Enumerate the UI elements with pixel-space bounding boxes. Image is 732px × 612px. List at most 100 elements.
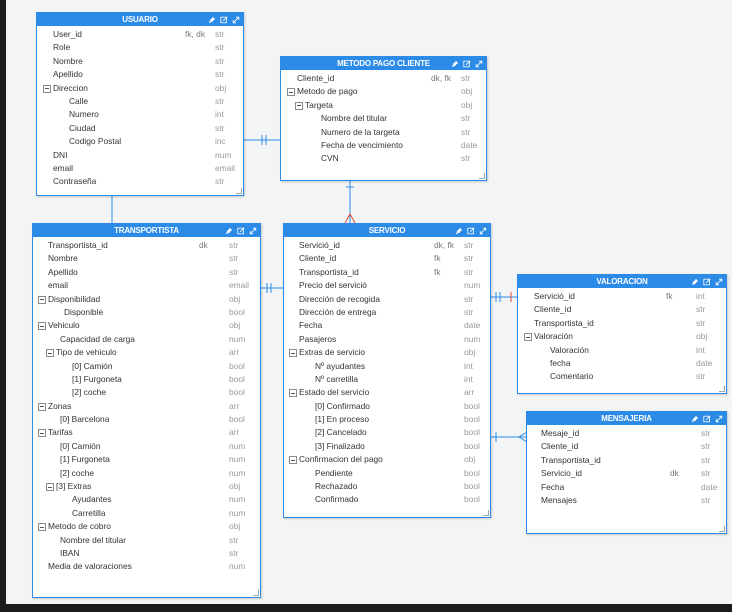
expand-icon[interactable]	[715, 278, 723, 286]
collapse-toggle-icon[interactable]	[38, 295, 46, 304]
expand-icon[interactable]	[249, 227, 257, 235]
field-row[interactable]: Nombre str	[33, 252, 260, 265]
field-row[interactable]: Dirección de recogida str	[284, 293, 490, 306]
resize-handle-icon[interactable]	[236, 188, 242, 194]
collapse-toggle-icon[interactable]	[46, 483, 54, 492]
field-row[interactable]: [2] coche num	[33, 467, 260, 480]
collapse-toggle-icon[interactable]	[524, 333, 532, 342]
field-row[interactable]: Transportista_id str	[527, 454, 726, 467]
field-row[interactable]: Servicio_id dk str	[527, 467, 726, 480]
field-row[interactable]: Estado del servicio arr	[284, 386, 490, 399]
resize-handle-icon[interactable]	[479, 173, 485, 179]
entity-transportista[interactable]: TRANSPORTISTA Transportista_id dk str Nombre…	[32, 223, 261, 598]
field-row[interactable]: Servició_id dk, fk str	[284, 239, 490, 252]
collapse-toggle-icon[interactable]	[289, 349, 297, 358]
field-row[interactable]: Targeta obj	[281, 99, 486, 112]
edit-icon[interactable]	[237, 226, 245, 235]
field-row[interactable]: Mesaje_id str	[527, 427, 726, 440]
field-row[interactable]: Calle str	[37, 95, 243, 108]
field-row[interactable]: Transportista_id str	[518, 317, 726, 330]
collapse-toggle-icon[interactable]	[38, 322, 46, 331]
entity-metodo-pago-cliente[interactable]: METODO PAGO CLIENTE Cliente_id dk, fk str Me…	[280, 56, 487, 181]
field-row[interactable]: Fecha de vencimiento date	[281, 139, 486, 152]
field-row[interactable]: [0] Confirmado bool	[284, 400, 490, 413]
field-row[interactable]: IBAN str	[33, 547, 260, 560]
field-row[interactable]: Nº ayudantes int	[284, 360, 490, 373]
edit-icon[interactable]	[703, 277, 711, 286]
field-row[interactable]: Servició_id fk int	[518, 290, 726, 303]
field-row[interactable]: fecha date	[518, 357, 726, 370]
collapse-toggle-icon[interactable]	[289, 389, 297, 398]
collapse-toggle-icon[interactable]	[38, 429, 46, 438]
entity-servicio[interactable]: SERVICIO Servició_id dk, fk str Cliente_id fk…	[283, 223, 491, 518]
field-row[interactable]: [3] Finalizado bool	[284, 440, 490, 453]
collapse-toggle-icon[interactable]	[289, 456, 297, 465]
field-row[interactable]: Ayudantes num	[33, 493, 260, 506]
collapse-toggle-icon[interactable]	[38, 402, 46, 411]
field-row[interactable]: [3] Extras obj	[33, 480, 260, 493]
entity-header[interactable]: VALORACION	[518, 275, 726, 288]
field-row[interactable]: DNI num	[37, 149, 243, 162]
collapse-toggle-icon[interactable]	[43, 84, 51, 93]
field-row[interactable]: Apellido str	[33, 266, 260, 279]
field-row[interactable]: Vehiculo obj	[33, 319, 260, 332]
collapse-toggle-icon[interactable]	[38, 523, 46, 532]
expand-icon[interactable]	[475, 60, 483, 68]
field-row[interactable]: User_id fk, dk str	[37, 28, 243, 41]
field-row[interactable]: Metodo de pago obj	[281, 85, 486, 98]
field-row[interactable]: [1] Furgoneta bool	[33, 373, 260, 386]
field-row[interactable]: [1] En proceso bool	[284, 413, 490, 426]
field-row[interactable]: Ciudad str	[37, 122, 243, 135]
field-row[interactable]: Contraseña str	[37, 175, 243, 188]
field-row[interactable]: Nombre str	[37, 55, 243, 68]
field-row[interactable]: [0] Barcelona bool	[33, 413, 260, 426]
entity-header[interactable]: USUARIO	[37, 13, 243, 26]
entity-header[interactable]: TRANSPORTISTA	[33, 224, 260, 237]
field-row[interactable]: Disponible bool	[33, 306, 260, 319]
collapse-toggle-icon[interactable]	[46, 349, 54, 358]
field-row[interactable]: Pasajeros num	[284, 333, 490, 346]
field-row[interactable]: Tipo de vehiculo arr	[33, 346, 260, 359]
field-row[interactable]: Media de valoraciones num	[33, 560, 260, 573]
pin-icon[interactable]	[225, 227, 233, 235]
entity-usuario[interactable]: USUARIO User_id fk, dk str Role str Nombre str A…	[36, 12, 244, 196]
field-row[interactable]: Transportista_id fk str	[284, 266, 490, 279]
entity-header[interactable]: SERVICIO	[284, 224, 490, 237]
field-row[interactable]: Confirmacion del pago obj	[284, 453, 490, 466]
field-row[interactable]: Dirección de entrega str	[284, 306, 490, 319]
pin-icon[interactable]	[455, 227, 463, 235]
field-row[interactable]: Transportista_id dk str	[33, 239, 260, 252]
edit-icon[interactable]	[703, 414, 711, 423]
edit-icon[interactable]	[220, 15, 228, 24]
entity-header[interactable]: MENSAJERIA	[527, 412, 726, 425]
field-row[interactable]: Apellido str	[37, 68, 243, 81]
field-row[interactable]: Pendiente bool	[284, 467, 490, 480]
edit-icon[interactable]	[463, 59, 471, 68]
expand-icon[interactable]	[479, 227, 487, 235]
field-row[interactable]: Comentario str	[518, 370, 726, 383]
expand-icon[interactable]	[715, 415, 723, 423]
field-row[interactable]: Metodo de cobro obj	[33, 520, 260, 533]
field-row[interactable]: Precio del servició num	[284, 279, 490, 292]
field-row[interactable]: Mensajes str	[527, 494, 726, 507]
resize-handle-icon[interactable]	[253, 590, 259, 596]
field-row[interactable]: CVN str	[281, 152, 486, 165]
resize-handle-icon[interactable]	[719, 386, 725, 392]
field-row[interactable]: Nº carretilla int	[284, 373, 490, 386]
field-row[interactable]: email email	[37, 162, 243, 175]
field-row[interactable]: [0] Camión bool	[33, 360, 260, 373]
field-row[interactable]: email email	[33, 279, 260, 292]
field-row[interactable]: Cliente_id dk, fk str	[281, 72, 486, 85]
field-row[interactable]: Extras de servicio obj	[284, 346, 490, 359]
resize-handle-icon[interactable]	[719, 526, 725, 532]
field-row[interactable]: Zonas arr	[33, 400, 260, 413]
pin-icon[interactable]	[691, 278, 699, 286]
field-row[interactable]: Valoración int	[518, 344, 726, 357]
field-row[interactable]: Fecha date	[284, 319, 490, 332]
pin-icon[interactable]	[451, 60, 459, 68]
expand-icon[interactable]	[232, 16, 240, 24]
field-row[interactable]: Tarifas arr	[33, 426, 260, 439]
field-row[interactable]: [0] Camión num	[33, 440, 260, 453]
field-row[interactable]: Nombre del titular str	[33, 534, 260, 547]
field-row[interactable]: Capacidad de carga num	[33, 333, 260, 346]
